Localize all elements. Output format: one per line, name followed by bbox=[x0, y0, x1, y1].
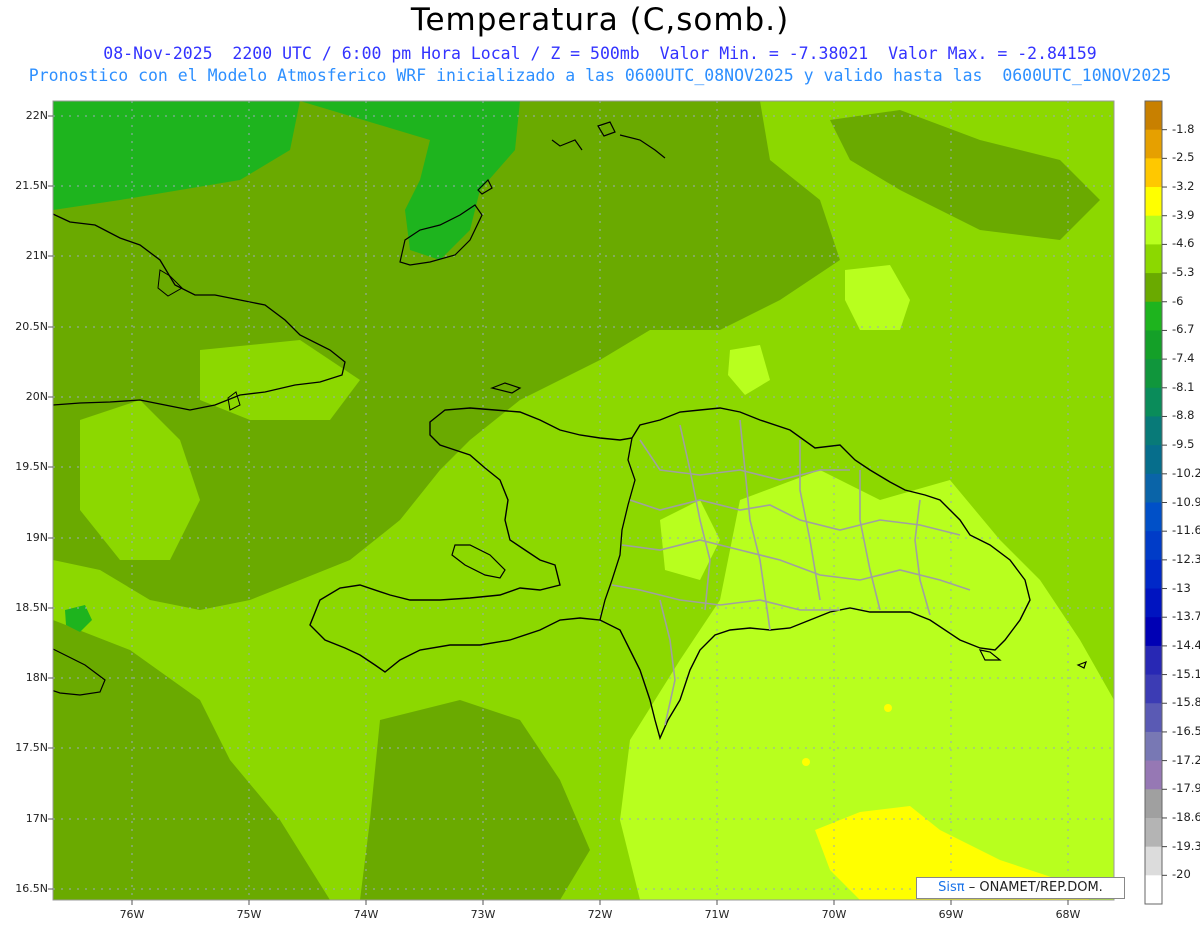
colorbar-label: -2.5 bbox=[1172, 150, 1195, 165]
colorbar-swatch bbox=[1145, 244, 1162, 274]
colorbar-label: -20 bbox=[1172, 867, 1191, 882]
colorbar-label: -4.6 bbox=[1172, 236, 1195, 251]
colorbar-swatch bbox=[1145, 502, 1162, 532]
colorbar-label: -8.1 bbox=[1172, 379, 1195, 394]
lat-label: 19N bbox=[25, 531, 48, 544]
lon-label: 69W bbox=[938, 908, 964, 921]
lat-label: 19.5N bbox=[15, 460, 48, 473]
lat-label: 16.5N bbox=[15, 882, 48, 895]
colorbar-swatch bbox=[1145, 158, 1162, 188]
lon-label: 71W bbox=[704, 908, 730, 921]
colorbar-swatch bbox=[1145, 760, 1162, 790]
colorbar-swatch bbox=[1145, 473, 1162, 503]
chart-title: Temperatura (C,somb.) bbox=[410, 2, 790, 38]
lon-label: 73W bbox=[470, 908, 496, 921]
colorbar-swatch bbox=[1145, 617, 1162, 647]
colorbar-swatch bbox=[1145, 445, 1162, 475]
sispi-logo: Sisπ bbox=[938, 880, 965, 895]
lat-label: 22N bbox=[25, 109, 48, 122]
colorbar-swatch bbox=[1145, 215, 1162, 245]
lat-label: 21N bbox=[25, 249, 48, 262]
colorbar-label: -14.4 bbox=[1172, 637, 1200, 652]
colorbar-label: -10.2 bbox=[1172, 465, 1200, 480]
colorbar-label: -13 bbox=[1172, 580, 1191, 595]
lat-label: 18N bbox=[25, 671, 48, 684]
colorbar-label: -15.1 bbox=[1172, 666, 1200, 681]
colorbar-swatch bbox=[1145, 817, 1162, 848]
colorbar-label: -5.3 bbox=[1172, 265, 1195, 280]
colorbar-swatch bbox=[1145, 674, 1162, 704]
lon-label: 68W bbox=[1055, 908, 1081, 921]
credit-text: – ONAMET/REP.DOM. bbox=[968, 880, 1103, 895]
lon-label: 70W bbox=[821, 908, 847, 921]
colorbar-label: -3.9 bbox=[1172, 207, 1195, 222]
lon-label: 74W bbox=[353, 908, 379, 921]
colorbar-swatch bbox=[1145, 731, 1162, 762]
colorbar-swatch bbox=[1145, 387, 1162, 417]
colorbar-label: -19.3 bbox=[1172, 838, 1200, 853]
colorbar-label: -9.5 bbox=[1172, 437, 1195, 452]
colorbar-swatch bbox=[1145, 416, 1162, 446]
weather-map bbox=[48, 100, 1167, 905]
colorbar-swatch bbox=[1145, 129, 1162, 159]
colorbar-label: -12.3 bbox=[1172, 551, 1200, 566]
colorbar-label: -17.9 bbox=[1172, 781, 1200, 796]
colorbar-swatch bbox=[1145, 645, 1162, 676]
lat-label: 18.5N bbox=[15, 601, 48, 614]
colorbar-label: -15.8 bbox=[1172, 695, 1200, 710]
colorbar-swatch bbox=[1145, 789, 1162, 819]
lat-label: 20.5N bbox=[15, 320, 48, 333]
colorbar-swatch bbox=[1145, 559, 1162, 590]
field-region-yellow bbox=[802, 758, 810, 766]
colorbar-label: -13.7 bbox=[1172, 609, 1200, 624]
field-region-yellow bbox=[884, 704, 892, 712]
lon-label: 72W bbox=[587, 908, 613, 921]
lat-label: 21.5N bbox=[15, 179, 48, 192]
lat-label: 17.5N bbox=[15, 741, 48, 754]
colorbar-label: -1.8 bbox=[1172, 121, 1195, 136]
colorbar-label: -8.8 bbox=[1172, 408, 1195, 423]
colorbar-swatch bbox=[1145, 330, 1162, 360]
colorbar-swatch bbox=[1145, 846, 1162, 876]
lon-label: 76W bbox=[119, 908, 145, 921]
colorbar-swatch bbox=[1145, 273, 1162, 303]
lon-label: 75W bbox=[236, 908, 262, 921]
colorbar-label: -16.5 bbox=[1172, 723, 1200, 738]
model-info-subtitle: Pronostico con el Modelo Atmosferico WRF… bbox=[28, 66, 1172, 85]
colorbar-label: -6 bbox=[1172, 293, 1184, 308]
colorbar-swatch bbox=[1145, 588, 1162, 618]
credit-box: Sisπ – ONAMET/REP.DOM. bbox=[916, 877, 1125, 899]
colorbar-label: -3.2 bbox=[1172, 179, 1195, 194]
colorbar-label: -10.9 bbox=[1172, 494, 1200, 509]
colorbar-swatch bbox=[1145, 359, 1162, 389]
temperature-field bbox=[53, 101, 1114, 900]
colorbar-label: -11.6 bbox=[1172, 523, 1200, 538]
colorbar-label: -6.7 bbox=[1172, 322, 1195, 337]
colorbar-label: -17.2 bbox=[1172, 752, 1200, 767]
colorbar-label: -7.4 bbox=[1172, 351, 1195, 366]
lat-label: 17N bbox=[25, 812, 48, 825]
colorbar-label: -18.6 bbox=[1172, 809, 1200, 824]
colorbar-swatch bbox=[1145, 531, 1162, 561]
colorbar bbox=[1144, 100, 1167, 905]
colorbar-swatch bbox=[1145, 703, 1162, 733]
forecast-time-subtitle: 08-Nov-2025 2200 UTC / 6:00 pm Hora Loca… bbox=[103, 44, 1097, 63]
colorbar-swatch bbox=[1145, 301, 1162, 331]
colorbar-swatch bbox=[1145, 187, 1162, 217]
lat-label: 20N bbox=[25, 390, 48, 403]
colorbar-swatch bbox=[1145, 101, 1162, 131]
colorbar-swatch bbox=[1145, 875, 1162, 905]
